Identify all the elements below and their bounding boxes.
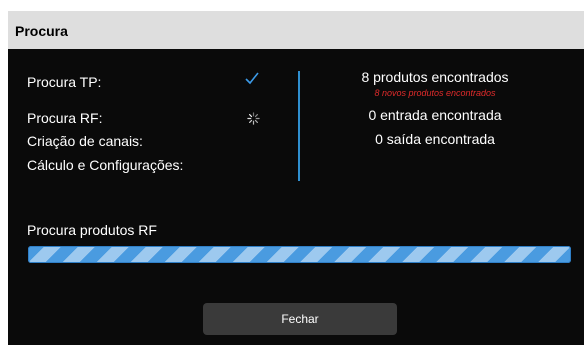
dialog-title: Procura [15,23,68,39]
close-button[interactable]: Fechar [203,303,397,335]
outputs-found-text: 0 saída encontrada [375,131,495,147]
search-dialog: Procura Procura TP: Procura RF: Criação … [8,11,584,345]
dialog-titlebar: Procura [8,11,584,49]
progress-fill [28,246,571,263]
column-divider [298,71,300,181]
spinner-icon [247,112,260,125]
new-products-text: 8 novos produtos encontrados [374,88,496,98]
products-found-text: 8 produtos encontrados [361,69,509,85]
procura-tp-label: Procura TP: [27,74,102,90]
procura-rf-label: Procura RF: [27,110,103,126]
calculo-configuracoes-label: Cálculo e Configurações: [27,157,184,173]
progress-bar [28,246,571,263]
inputs-found-text: 0 entrada encontrada [368,107,502,123]
criacao-canais-label: Criação de canais: [27,133,143,149]
checkmark-icon [245,72,259,85]
progress-label: Procura produtos RF [27,222,157,238]
